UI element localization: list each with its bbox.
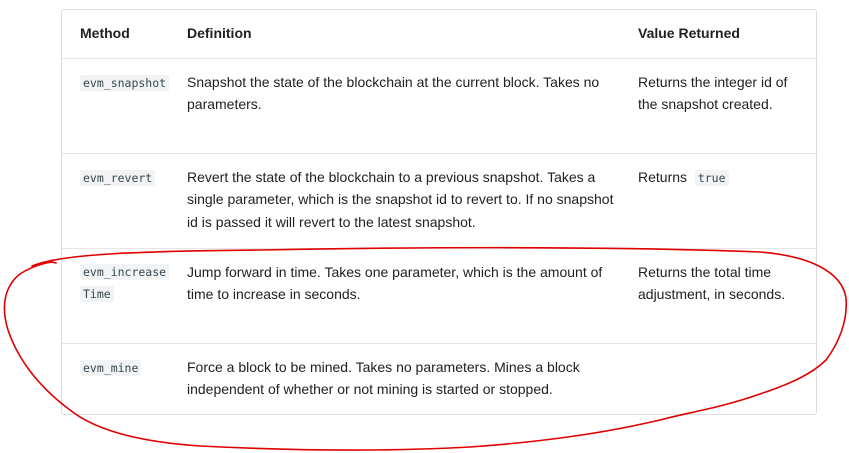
table-row: evm_snapshot Snapshot the state of the b… [62, 57, 818, 153]
method-name: evm_revert [80, 167, 170, 190]
method-cell: evm_mine [62, 342, 187, 415]
header-value-returned: Value Returned [638, 25, 740, 41]
table-header-row: Method Definition Value Returned [62, 10, 818, 58]
definition-cell: Force a block to be mined. Takes no para… [187, 342, 638, 415]
definition-cell: Snapshot the state of the blockchain at … [187, 57, 638, 153]
returned-cell: Returns true [638, 152, 818, 248]
table-row: evm_mine Force a block to be mined. Take… [62, 342, 818, 415]
returned-text: Returns [638, 168, 688, 185]
returned-code: true [694, 169, 729, 186]
definition-cell: Revert the state of the blockchain to a … [187, 152, 638, 248]
definition-cell: Jump forward in time. Takes one paramete… [187, 247, 638, 343]
table-row: evm_increaseTime Jump forward in time. T… [62, 247, 818, 343]
header-method: Method [80, 25, 130, 41]
method-cell: evm_snapshot [62, 57, 187, 153]
page: Method Definition Value Returned evm_sna… [0, 0, 849, 453]
returned-cell [638, 342, 818, 415]
method-name: evm_increaseTime [80, 261, 170, 306]
header-definition: Definition [187, 25, 252, 41]
table-row: evm_revert Revert the state of the block… [62, 152, 818, 248]
methods-table: Method Definition Value Returned evm_sna… [62, 10, 818, 415]
rpc-methods-table: Method Definition Value Returned evm_sna… [61, 9, 818, 415]
returned-cell: Returns the integer id of the snapshot c… [638, 57, 818, 153]
returned-cell: Returns the total time adjustment, in se… [638, 247, 818, 343]
method-cell: evm_revert [62, 152, 187, 248]
method-cell: evm_increaseTime [62, 247, 187, 343]
method-name: evm_mine [80, 357, 170, 380]
method-name: evm_snapshot [80, 72, 170, 95]
